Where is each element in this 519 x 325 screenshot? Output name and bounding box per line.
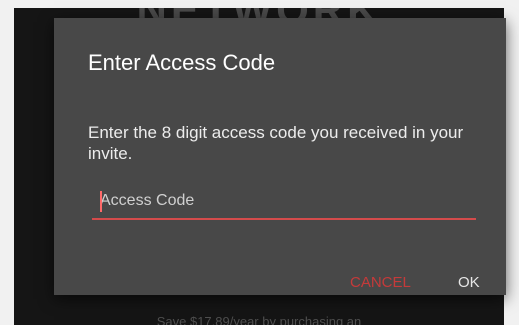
access-code-dialog: Enter Access Code Enter the 8 digit acce… bbox=[54, 18, 506, 295]
cancel-button[interactable]: CANCEL bbox=[350, 274, 411, 291]
background-footer-text: Save $17.89/year by purchasing an bbox=[156, 314, 362, 325]
ok-button[interactable]: OK bbox=[458, 274, 480, 291]
dialog-title: Enter Access Code bbox=[88, 50, 276, 75]
access-code-field bbox=[92, 186, 484, 220]
text-cursor bbox=[100, 191, 102, 212]
field-underline bbox=[92, 218, 476, 220]
dialog-message: Enter the 8 digit access code you receiv… bbox=[88, 123, 464, 163]
access-code-input[interactable] bbox=[92, 186, 484, 216]
